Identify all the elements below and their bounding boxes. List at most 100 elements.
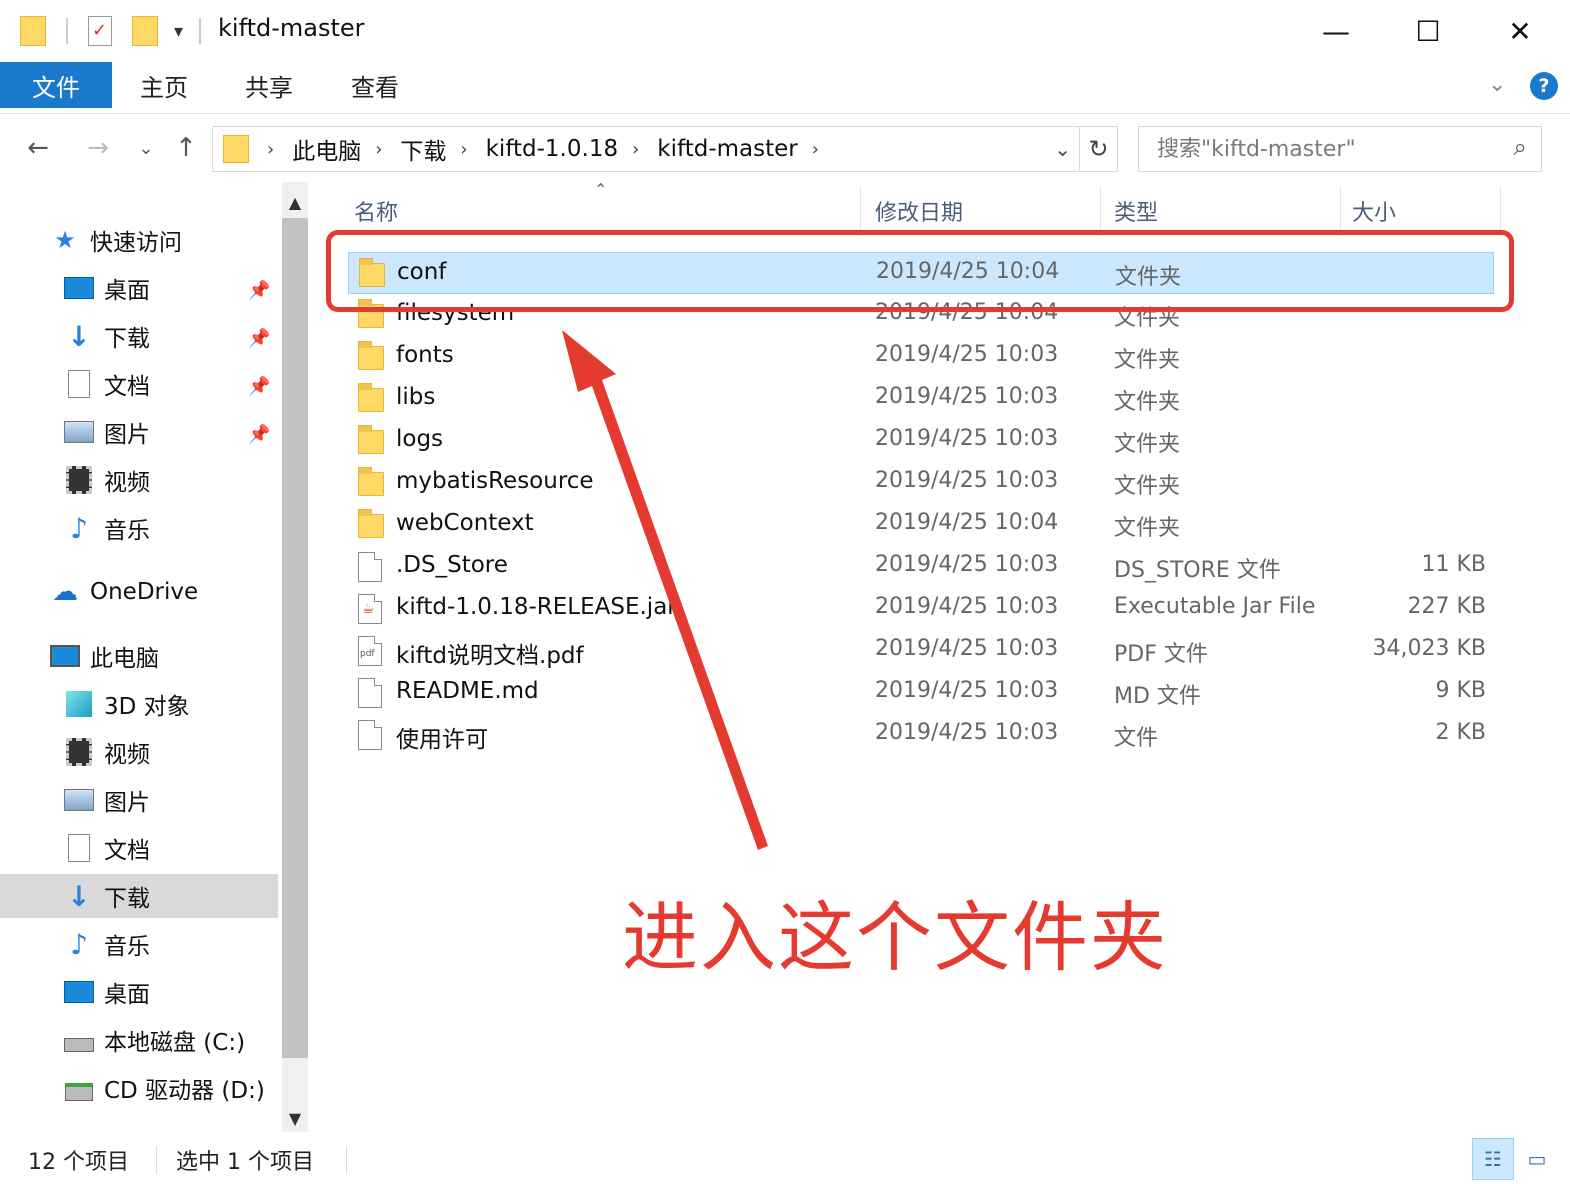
file-row[interactable]: README.md 2019/4/25 10:03 MD 文件 9 KB [348,672,1494,714]
ribbon-expand-chevron-icon[interactable]: ⌄ [1488,72,1506,97]
scroll-up-chevron-icon[interactable]: ▲ [282,186,308,218]
breadcrumb-separator[interactable]: › [632,139,639,160]
up-arrow-icon[interactable]: ↑ [166,128,206,168]
file-size: 11 KB [1421,552,1486,577]
nav-item-cd-drive-d[interactable]: CD 驱动器 (D:) [62,1066,265,1110]
nav-item-pc-videos[interactable]: 视频 [62,730,150,774]
folder-icon[interactable] [20,16,46,46]
breadcrumb-separator[interactable]: › [460,139,467,160]
file-row[interactable]: .DS_Store 2019/4/25 10:03 DS_STORE 文件 11 KB [348,546,1494,588]
help-icon[interactable]: ? [1530,72,1558,100]
breadcrumb-separator[interactable]: › [375,139,382,160]
file-name: fonts [396,342,454,368]
nav-item-videos[interactable]: 视频 [62,458,150,502]
properties-icon[interactable]: ✓ [88,16,112,46]
pin-icon[interactable]: 📌 [248,376,270,397]
customize-toolbar-chevron-icon[interactable]: ▾ [174,21,183,42]
file-row[interactable]: fonts 2019/4/25 10:03 文件夹 [348,336,1494,378]
toolbar-divider [66,18,68,44]
breadcrumb-kiftd-1-0-18[interactable]: kiftd-1.0.18 [486,136,618,162]
large-icons-view-icon[interactable]: ▭ [1516,1138,1558,1180]
nav-item-pc-documents[interactable]: 文档 [62,826,150,870]
file-row[interactable]: pdf kiftd说明文档.pdf 2019/4/25 10:03 PDF 文件 34,… [348,630,1494,672]
cube-icon [62,689,96,719]
breadcrumb-this-pc[interactable]: 此电脑 [292,132,361,166]
back-arrow-icon[interactable]: ← [18,128,58,168]
file-row[interactable]: 使用许可 2019/4/25 10:03 文件 2 KB [348,714,1494,756]
pin-icon[interactable]: 📌 [248,328,270,349]
film-icon [62,737,96,767]
tab-home[interactable]: 主页 [112,62,216,108]
nav-item-downloads[interactable]: ↓ 下载 [62,314,150,358]
file-row[interactable]: logs 2019/4/25 10:03 文件夹 [348,420,1494,462]
file-date: 2019/4/25 10:03 [875,552,1059,577]
navigation-pane: ★ 快速访问 桌面 📌 ↓ 下载 📌 文档 📌 图片 📌 视频 ♪ 音乐 ☁ O… [0,182,282,1132]
nav-onedrive[interactable]: ☁ OneDrive [48,570,198,614]
column-headers: 名称 修改日期 类型 大小 [330,186,1510,236]
details-view-icon[interactable]: ☷ [1472,1138,1514,1180]
forward-arrow-icon[interactable]: → [78,128,118,168]
column-divider[interactable] [1340,186,1341,236]
column-divider[interactable] [860,186,861,236]
nav-label: 3D 对象 [104,694,190,720]
file-row[interactable]: mybatisResource 2019/4/25 10:03 文件夹 [348,462,1494,504]
file-row[interactable]: webContext 2019/4/25 10:04 文件夹 [348,504,1494,546]
tab-share[interactable]: 共享 [216,62,322,108]
column-divider[interactable] [1500,186,1501,236]
scroll-down-chevron-icon[interactable]: ▼ [282,1102,308,1134]
refresh-icon[interactable]: ↻ [1080,126,1118,172]
close-button[interactable]: ✕ [1474,0,1566,62]
breadcrumb-separator[interactable]: › [812,139,819,160]
nav-item-documents[interactable]: 文档 [62,362,150,406]
pdf-file-icon: pdf [358,636,386,666]
file-date: 2019/4/25 10:03 [875,468,1059,493]
file-row[interactable]: libs 2019/4/25 10:03 文件夹 [348,378,1494,420]
nav-item-music[interactable]: ♪ 音乐 [62,506,150,550]
nav-item-3d-objects[interactable]: 3D 对象 [62,682,190,726]
address-dropdown-chevron-icon[interactable]: ⌄ [1054,137,1071,161]
address-bar[interactable]: › 此电脑 › 下载 › kiftd-1.0.18 › kiftd-master… [212,126,1080,172]
nav-this-pc[interactable]: 此电脑 [48,634,159,678]
new-folder-icon[interactable] [132,16,158,46]
column-header-type[interactable]: 类型 [1114,186,1340,236]
pin-icon[interactable]: 📌 [248,280,270,301]
nav-item-pictures[interactable]: 图片 [62,410,150,454]
file-name: README.md [396,678,539,704]
breadcrumb-separator[interactable]: › [267,139,274,160]
minimize-button[interactable]: — [1290,0,1382,62]
nav-item-desktop[interactable]: 桌面 [62,266,150,310]
nav-quick-access[interactable]: ★ 快速访问 [48,218,182,262]
file-row[interactable]: ☕ kiftd-1.0.18-RELEASE.jar 2019/4/25 10:03… [348,588,1494,630]
nav-item-pc-downloads[interactable]: ↓ 下载 [0,874,278,918]
column-header-name[interactable]: 名称 [354,186,860,236]
nav-item-pc-desktop[interactable]: 桌面 [62,970,150,1014]
document-icon [62,833,96,863]
scrollbar-thumb[interactable] [282,218,308,1058]
cd-drive-icon [62,1073,96,1103]
computer-icon [48,641,82,671]
tab-file[interactable]: 文件 [0,62,112,108]
nav-item-pc-music[interactable]: ♪ 音乐 [62,922,150,966]
search-icon[interactable]: ⌕ [1514,133,1527,161]
nav-item-pc-pictures[interactable]: 图片 [62,778,150,822]
breadcrumb-downloads[interactable]: 下载 [400,132,446,166]
tab-view[interactable]: 查看 [322,62,428,108]
nav-scrollbar[interactable]: ▲ ▼ [282,182,308,1132]
nav-item-local-disk-c[interactable]: 本地磁盘 (C:) [62,1018,245,1062]
pin-icon[interactable]: 📌 [248,424,270,445]
column-header-date[interactable]: 修改日期 [875,186,1100,236]
nav-label: 文档 [104,374,150,400]
file-type: PDF 文件 [1114,642,1208,667]
search-input[interactable] [1139,127,1479,171]
search-box[interactable]: ⌕ [1138,126,1542,172]
breadcrumb-kiftd-master[interactable]: kiftd-master [657,136,797,162]
recent-locations-chevron-icon[interactable]: ⌄ [126,128,166,168]
maximize-button[interactable]: ☐ [1382,0,1474,62]
document-icon [62,369,96,399]
toolbar-divider [199,18,202,44]
column-header-size[interactable]: 大小 [1352,186,1500,236]
file-date: 2019/4/25 10:03 [875,594,1059,619]
column-divider[interactable] [1100,186,1101,236]
nav-label: 下载 [104,886,150,912]
file-size: 34,023 KB [1372,636,1487,661]
